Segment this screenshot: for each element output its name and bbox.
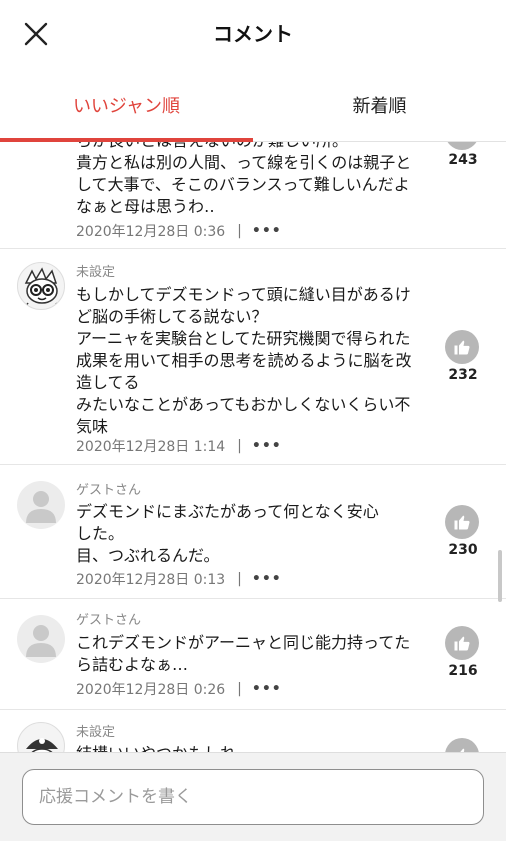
thumbs-up-icon: [454, 340, 470, 355]
like-count: 243: [448, 152, 478, 168]
like-button[interactable]: [445, 626, 479, 660]
comment-date: 2020年12月28日 0:26: [76, 682, 226, 698]
meta-separator: |: [237, 223, 242, 239]
avatar[interactable]: [17, 262, 65, 310]
comment-author: ゲストさん: [76, 613, 142, 628]
comment-item: 未設定 結構いいやつかもしれ: [0, 710, 506, 752]
comment-composer: [0, 752, 506, 841]
comment-input[interactable]: [22, 769, 484, 825]
more-options-button[interactable]: •••: [252, 571, 282, 587]
comment-item: ゲストさん これデズモンドがアーニャと同じ能力持ってた ら詰むよなぁ… 2020…: [0, 599, 506, 710]
page-title: コメント: [213, 22, 293, 46]
like-button[interactable]: [445, 505, 479, 539]
comment-line: して大事で、そこのバランスって難しいんだよ: [76, 175, 410, 194]
more-options-button[interactable]: •••: [252, 438, 282, 454]
meta-separator: |: [237, 571, 242, 587]
comment-author: ゲストさん: [76, 483, 142, 498]
comment-meta: 2020年12月28日 1:14 | •••: [76, 436, 282, 456]
comment-author: 未設定: [76, 265, 116, 280]
character-avatar-icon: [23, 267, 61, 309]
comment-line: 造してる: [76, 373, 140, 392]
comment-line: 気味: [76, 417, 109, 436]
comment-line: デズモンドにまぶたがあって何となく安心: [76, 502, 379, 521]
meta-separator: |: [237, 681, 242, 697]
comment-item: 未設定 もしかしてデズモンドって頭に縫い目があるけ ど脳の手術してる説ない？ ア…: [0, 249, 506, 465]
avatar[interactable]: [17, 481, 65, 529]
comment-date: 2020年12月28日 0:36: [76, 224, 226, 240]
sort-tabs: いいジャン順 新着順: [0, 66, 506, 142]
comment-body: これデズモンドがアーニャと同じ能力持ってた ら詰むよなぁ…: [76, 632, 426, 676]
comment-item: ゲストさん デズモンドにまぶたがあって何となく安心 した。 目、つぶれるんだ。 …: [0, 465, 506, 599]
avatar[interactable]: [17, 722, 65, 752]
comment-meta: 2020年12月28日 0:26 | •••: [76, 679, 282, 699]
comment-body: デズモンドにまぶたがあって何となく安心 した。 目、つぶれるんだ。: [76, 501, 426, 567]
comment-body: ちか良いとは言えないのか難しい所。 貴方と私は別の人間、って線を引くのは親子と …: [76, 142, 426, 218]
default-user-icon: [26, 625, 56, 657]
scrollbar[interactable]: [498, 550, 502, 602]
meta-separator: |: [237, 438, 242, 454]
like-count: 232: [448, 367, 478, 383]
comment-date: 2020年12月28日 1:14: [76, 439, 226, 455]
comment-body: 結構いいやつかもしれ: [76, 743, 426, 752]
tab-popular[interactable]: いいジャン順: [0, 92, 253, 118]
comment-meta: 2020年12月28日 0:13 | •••: [76, 569, 282, 589]
comment-line: ど脳の手術してる説ない？: [76, 307, 268, 326]
comment-date: 2020年12月28日 0:13: [76, 572, 226, 588]
more-options-button[interactable]: •••: [252, 223, 282, 239]
comment-line: これデズモンドがアーニャと同じ能力持ってた: [76, 633, 411, 652]
comment-line: 成果を用いて相手の思考を読めるように脳を改: [76, 351, 412, 370]
comment-line: ら詰むよなぁ…: [76, 655, 189, 674]
like-button[interactable]: [445, 142, 479, 150]
avatar[interactable]: [17, 615, 65, 663]
comment-list[interactable]: ちか良いとは言えないのか難しい所。 貴方と私は別の人間、って線を引くのは親子と …: [0, 142, 506, 752]
comment-line: アーニャを実験台としてた研究機関で得られた: [76, 329, 411, 348]
comment-author: 未設定: [76, 725, 116, 740]
header: コメント: [0, 0, 506, 66]
like-button[interactable]: [445, 330, 479, 364]
like-count: 216: [448, 663, 478, 679]
comment-line: みたいなことがあってもおかしくないくらい不: [76, 395, 411, 414]
comment-line: 目、つぶれるんだ。: [76, 546, 220, 565]
comment-line: 貴方と私は別の人間、って線を引くのは親子と: [76, 153, 412, 172]
comment-line: した。: [76, 524, 125, 543]
thumbs-up-icon: [454, 636, 470, 651]
more-options-button[interactable]: •••: [252, 681, 282, 697]
comment-line: ちか良いとは言えないのか難しい所。: [76, 142, 426, 152]
comment-item: ちか良いとは言えないのか難しい所。 貴方と私は別の人間、って線を引くのは親子と …: [0, 142, 506, 249]
comment-line: なぁと母は思うわ‥: [76, 197, 215, 216]
tab-newest[interactable]: 新着順: [253, 92, 506, 118]
default-user-icon: [26, 491, 56, 523]
comment-meta: 2020年12月28日 0:36 | •••: [76, 221, 282, 241]
thumbs-up-icon: [454, 515, 470, 530]
like-button[interactable]: [445, 738, 479, 752]
comment-line: もしかしてデズモンドって頭に縫い目があるけ: [76, 285, 411, 304]
like-count: 230: [448, 542, 478, 558]
comment-body: もしかしてデズモンドって頭に縫い目があるけ ど脳の手術してる説ない？ アーニャを…: [76, 284, 426, 438]
comment-line: 結構いいやつかもしれ: [76, 743, 426, 752]
pirate-avatar-icon: [26, 738, 58, 752]
